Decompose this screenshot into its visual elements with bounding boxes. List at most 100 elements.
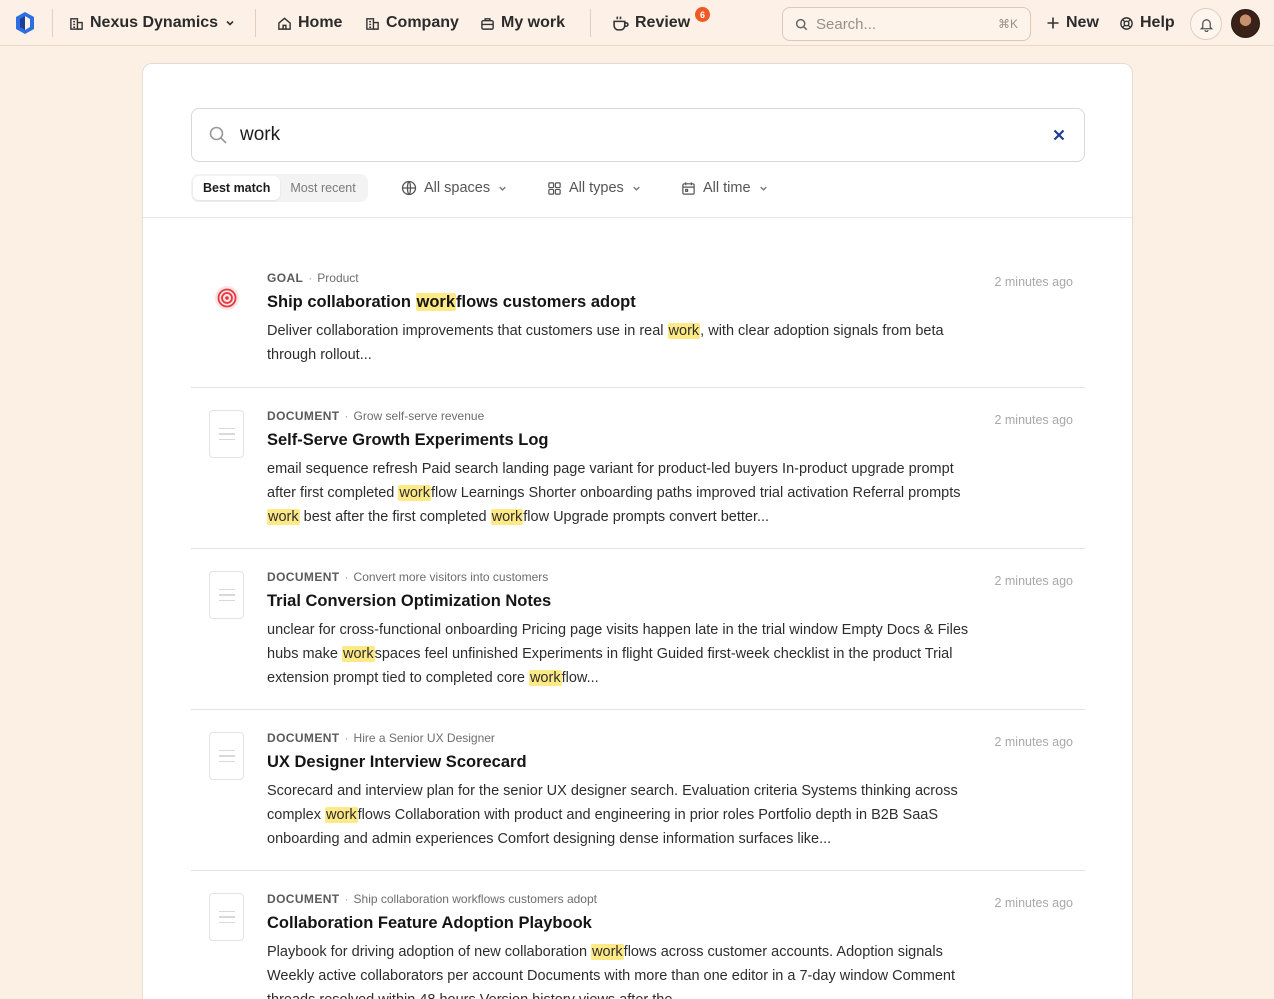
search-result[interactable]: DOCUMENT · Hire a Senior UX Designer UX De… <box>191 710 1085 871</box>
document-icon <box>209 410 244 458</box>
result-title[interactable]: Collaboration Feature Adoption Playbook <box>267 914 592 933</box>
snippet-text: flow Upgrade prompts convert better... <box>523 509 770 525</box>
app-logo-icon[interactable] <box>13 11 37 35</box>
global-search-input[interactable]: Search... ⌘K <box>782 7 1031 41</box>
coffee-cup-icon <box>613 16 629 31</box>
result-context: Hire a Senior UX Designer <box>353 731 495 745</box>
filters-divider <box>143 217 1132 218</box>
chevron-down-icon <box>633 186 640 191</box>
sort-best-match[interactable]: Best match <box>193 176 281 200</box>
globe-icon <box>401 180 417 196</box>
result-title[interactable]: Trial Conversion Optimization Notes <box>267 592 551 611</box>
match-highlight: work <box>415 293 457 311</box>
chevron-down-icon <box>499 186 506 191</box>
match-highlight: work <box>591 944 624 960</box>
search-result[interactable]: DOCUMENT · Convert more visitors into cust… <box>191 549 1085 710</box>
document-icon <box>209 893 244 941</box>
help-button[interactable]: Help <box>1119 12 1175 34</box>
document-icon <box>209 732 244 780</box>
match-highlight: work <box>325 807 358 823</box>
nav-my-work-label: My work <box>501 14 566 31</box>
search-icon <box>209 126 227 144</box>
result-context: Grow self-serve revenue <box>353 409 485 423</box>
filter-spaces[interactable]: All spaces <box>401 177 508 199</box>
result-type: DOCUMENT <box>267 409 340 423</box>
result-title[interactable]: Self-Serve Growth Experiments Log <box>267 431 548 450</box>
search-results-panel: work Best match Most recent All spaces A… <box>142 63 1133 999</box>
nav-my-work[interactable]: My work <box>480 12 565 34</box>
result-timestamp: 2 minutes ago <box>994 574 1073 588</box>
notifications-button[interactable] <box>1190 8 1222 40</box>
close-icon <box>1053 129 1065 141</box>
search-query-text: work <box>240 124 281 145</box>
title-text: flows customers adopt <box>456 293 636 311</box>
snippet-text: Deliver collaboration improvements that … <box>267 323 668 339</box>
result-type: DOCUMENT <box>267 570 340 584</box>
new-button[interactable]: New <box>1046 12 1099 34</box>
search-placeholder: Search... <box>816 15 877 33</box>
result-context: Product <box>317 271 359 285</box>
sort-most-recent[interactable]: Most recent <box>280 176 365 200</box>
workspace-name: Nexus Dynamics <box>90 14 219 31</box>
lifebuoy-icon <box>1120 16 1133 30</box>
nav-review[interactable]: Review <box>612 12 690 34</box>
filter-time-label: All time <box>703 180 751 196</box>
match-highlight: work <box>528 670 562 686</box>
result-snippet: unclear for cross-functional onboarding … <box>267 618 979 690</box>
filter-spaces-label: All spaces <box>424 180 491 196</box>
calendar-icon <box>682 181 695 195</box>
snippet-text: flow Learnings Shorter onboarding paths … <box>430 485 961 501</box>
filter-types-label: All types <box>569 180 624 196</box>
document-icon <box>209 571 244 619</box>
briefcase-icon <box>481 17 494 30</box>
result-meta: DOCUMENT · Ship collaboration workflows cu… <box>267 892 597 906</box>
building-icon <box>70 17 83 30</box>
nav-review-label: Review <box>635 14 691 31</box>
top-navigation-bar: Nexus Dynamics Home Company My work Revi… <box>0 0 1274 46</box>
workspace-switcher[interactable]: Nexus Dynamics <box>69 12 236 34</box>
sort-toggle: Best match Most recent <box>191 174 368 202</box>
nav-divider <box>255 9 256 37</box>
result-title[interactable]: Ship collaboration workflows customers a… <box>267 293 636 312</box>
search-icon <box>795 18 808 30</box>
snippet-text: Playbook for driving adoption of new col… <box>267 944 592 960</box>
result-snippet: Playbook for driving adoption of new col… <box>267 940 979 999</box>
search-query-input[interactable]: work <box>191 108 1085 162</box>
nav-company[interactable]: Company <box>365 12 459 34</box>
match-highlight: work <box>490 509 524 525</box>
chevron-down-icon <box>226 20 234 26</box>
filter-time[interactable]: All time <box>681 177 769 199</box>
result-meta: DOCUMENT · Hire a Senior UX Designer <box>267 731 495 745</box>
user-avatar[interactable] <box>1231 9 1260 38</box>
nav-company-label: Company <box>386 14 459 31</box>
plus-icon <box>1047 17 1059 29</box>
search-result[interactable]: DOCUMENT · Grow self-serve revenue Self-Se… <box>191 388 1085 549</box>
result-type: DOCUMENT <box>267 892 340 906</box>
grid-icon <box>548 181 561 195</box>
result-snippet: Deliver collaboration improvements that … <box>267 319 979 367</box>
nav-divider <box>52 9 53 37</box>
result-timestamp: 2 minutes ago <box>994 896 1073 910</box>
search-shortcut: ⌘K <box>997 17 1018 31</box>
building-icon <box>366 17 379 30</box>
result-context: Convert more visitors into customers <box>353 570 549 584</box>
result-context: Ship collaboration workflows customers a… <box>353 892 597 906</box>
target-icon <box>215 286 239 310</box>
filter-types[interactable]: All types <box>547 177 642 199</box>
nav-divider <box>590 9 591 37</box>
search-result[interactable]: DOCUMENT · Ship collaboration workflows cu… <box>191 871 1085 999</box>
result-timestamp: 2 minutes ago <box>994 735 1073 749</box>
new-button-label: New <box>1066 14 1099 31</box>
result-type: GOAL <box>267 271 304 285</box>
nav-home[interactable]: Home <box>277 12 342 34</box>
search-result[interactable]: GOAL · Product Ship collaboration workflow… <box>191 262 1085 388</box>
clear-search-button[interactable] <box>1050 126 1068 144</box>
result-title[interactable]: UX Designer Interview Scorecard <box>267 753 527 772</box>
review-count-badge: 6 <box>695 7 710 22</box>
bell-icon <box>1199 18 1213 32</box>
match-highlight: work <box>667 323 701 339</box>
title-text: Ship collaboration <box>267 293 416 311</box>
snippet-text: flow... <box>561 670 599 686</box>
help-button-label: Help <box>1140 14 1175 31</box>
result-type: DOCUMENT <box>267 731 340 745</box>
